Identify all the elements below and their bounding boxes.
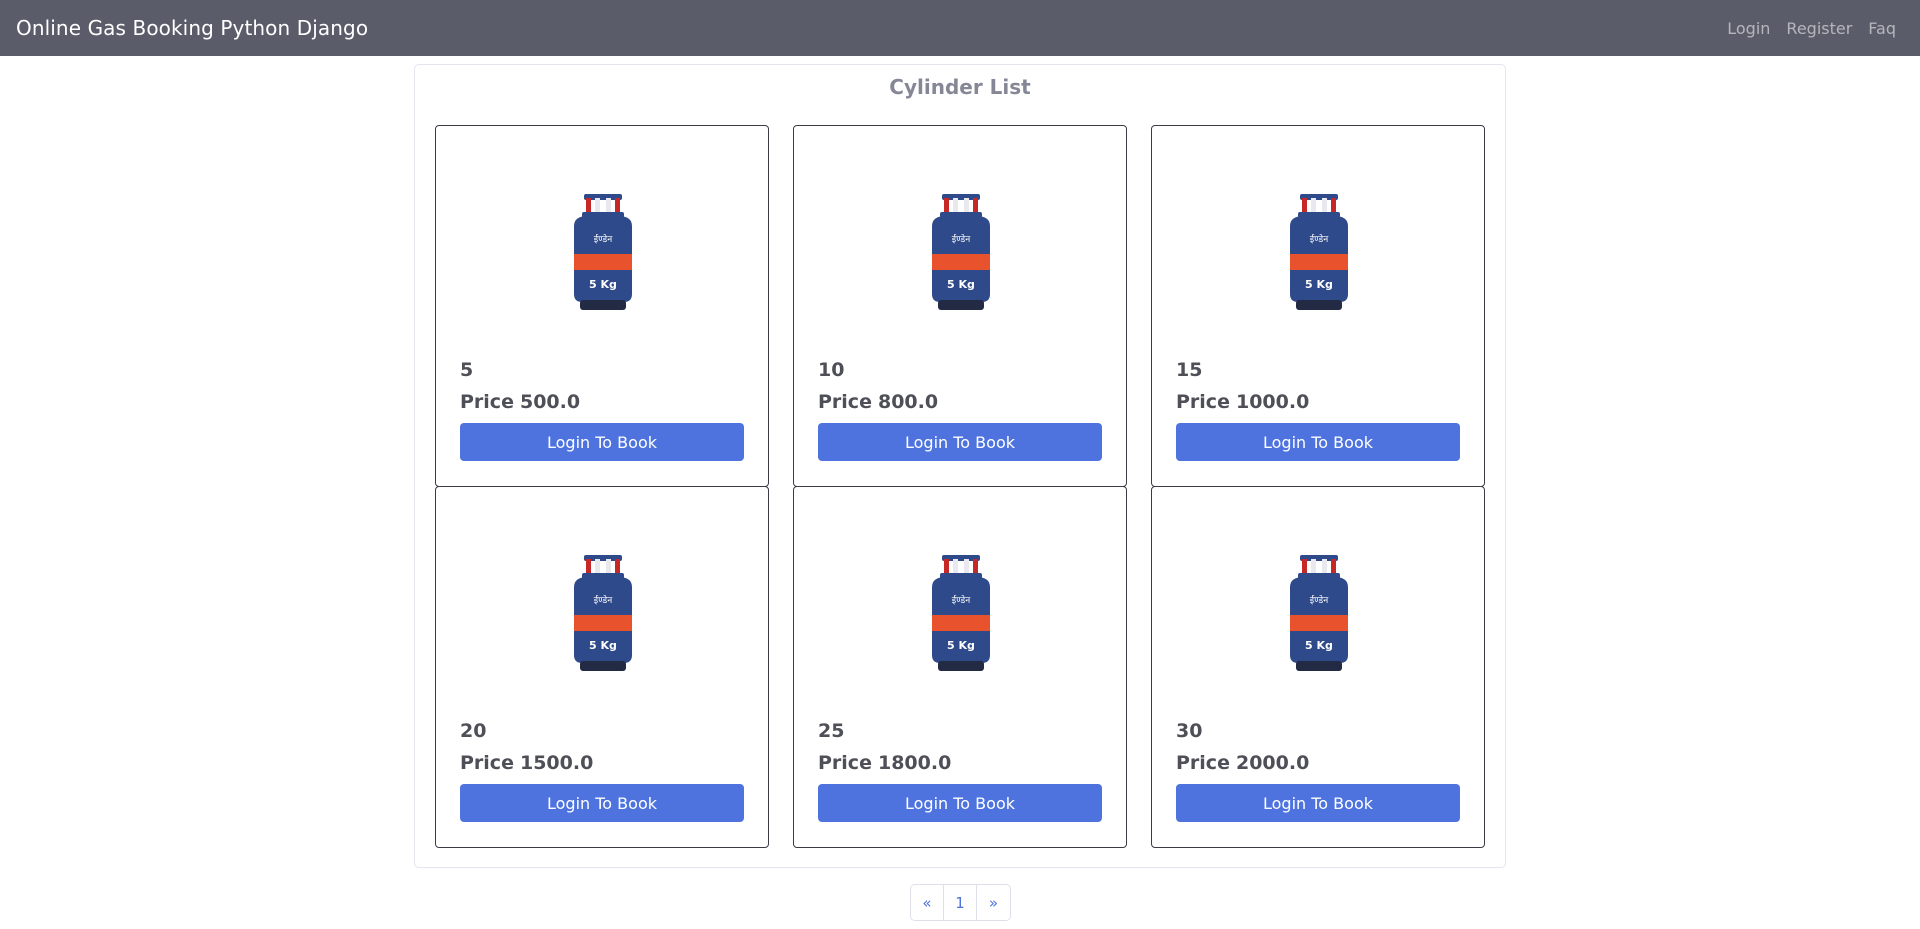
- cylinder-weight-label: 5 Kg: [947, 278, 975, 291]
- gas-cylinder-image: ईण्डेन 5 Kg: [574, 555, 632, 671]
- cylinder-card: ईण्डेन 5 Kg 30 Price 2000.0 Login To Book: [1151, 486, 1485, 848]
- price-value: 2000.0: [1235, 752, 1310, 774]
- cylinder-size: 30: [1176, 720, 1203, 742]
- gas-cylinder-image: ईण्डेन 5 Kg: [1290, 194, 1348, 310]
- price-value: 1000.0: [1235, 391, 1310, 413]
- nav-links: Login Register Faq: [1719, 19, 1904, 38]
- cylinder-weight-label: 5 Kg: [1305, 639, 1333, 652]
- price-label: Price: [460, 391, 514, 413]
- cylinder-card: ईण्डेन 5 Kg 20 Price 1500.0 Login To Book: [435, 486, 769, 848]
- cylinder-price: Price 1500.0: [460, 752, 593, 774]
- price-label: Price: [460, 752, 514, 774]
- price-label: Price: [1176, 752, 1230, 774]
- cylinder-weight-label: 5 Kg: [1305, 278, 1333, 291]
- cylinder-weight-label: 5 Kg: [947, 639, 975, 652]
- cylinder-price: Price 800.0: [818, 391, 938, 413]
- cylinder-price: Price 2000.0: [1176, 752, 1309, 774]
- cylinder-size: 10: [818, 359, 845, 381]
- pagination-page-1[interactable]: 1: [944, 885, 977, 920]
- panel-title: Cylinder List: [889, 75, 1031, 99]
- login-to-book-button[interactable]: Login To Book: [460, 784, 744, 822]
- cylinder-price: Price 1000.0: [1176, 391, 1309, 413]
- price-label: Price: [818, 752, 872, 774]
- nav-login-link[interactable]: Login: [1719, 19, 1778, 38]
- cylinder-weight-label: 5 Kg: [589, 639, 617, 652]
- gas-cylinder-image: ईण्डेन 5 Kg: [574, 194, 632, 310]
- login-to-book-button[interactable]: Login To Book: [818, 784, 1102, 822]
- svg-text:ईण्डेन: ईण्डेन: [952, 594, 972, 606]
- cylinder-card: ईण्डेन 5 Kg 10 Price 800.0 Login To Book: [793, 125, 1127, 487]
- cylinder-card: ईण्डेन 5 Kg 25 Price 1800.0 Login To Book: [793, 486, 1127, 848]
- nav-faq-link[interactable]: Faq: [1860, 19, 1904, 38]
- price-value: 500.0: [519, 391, 581, 413]
- login-to-book-button[interactable]: Login To Book: [1176, 784, 1460, 822]
- nav-register-link[interactable]: Register: [1778, 19, 1860, 38]
- pagination-prev-button[interactable]: «: [911, 885, 944, 920]
- cylinder-size: 5: [460, 359, 474, 381]
- price-value: 800.0: [877, 391, 939, 413]
- price-label: Price: [1176, 391, 1230, 413]
- cylinder-size: 20: [460, 720, 487, 742]
- cylinder-price: Price 500.0: [460, 391, 580, 413]
- cylinder-size: 25: [818, 720, 845, 742]
- pagination-next-button[interactable]: »: [977, 885, 1010, 920]
- price-value: 1500.0: [519, 752, 594, 774]
- svg-text:ईण्डेन: ईण्डेन: [1310, 594, 1330, 606]
- cylinder-weight-label: 5 Kg: [589, 278, 617, 291]
- login-to-book-button[interactable]: Login To Book: [818, 423, 1102, 461]
- top-navbar: Online Gas Booking Python Django Login R…: [0, 0, 1920, 56]
- svg-text:ईण्डेन: ईण्डेन: [1310, 233, 1330, 245]
- cylinder-price: Price 1800.0: [818, 752, 951, 774]
- gas-cylinder-image: ईण्डेन 5 Kg: [932, 555, 990, 671]
- gas-cylinder-image: ईण्डेन 5 Kg: [932, 194, 990, 310]
- gas-cylinder-image: ईण्डेन 5 Kg: [1290, 555, 1348, 671]
- price-value: 1800.0: [877, 752, 952, 774]
- svg-text:ईण्डेन: ईण्डेन: [594, 594, 614, 606]
- price-label: Price: [818, 391, 872, 413]
- login-to-book-button[interactable]: Login To Book: [1176, 423, 1460, 461]
- login-to-book-button[interactable]: Login To Book: [460, 423, 744, 461]
- pagination: « 1 »: [910, 884, 1011, 921]
- svg-text:ईण्डेन: ईण्डेन: [594, 233, 614, 245]
- cylinder-size: 15: [1176, 359, 1203, 381]
- cylinder-card: ईण्डेन 5 Kg 5 Price 500.0 Login To Book: [435, 125, 769, 487]
- cylinder-card: ईण्डेन 5 Kg 15 Price 1000.0 Login To Book: [1151, 125, 1485, 487]
- svg-text:ईण्डेन: ईण्डेन: [952, 233, 972, 245]
- brand-title[interactable]: Online Gas Booking Python Django: [16, 16, 368, 40]
- cylinder-list-panel: Cylinder List ईण्डेन 5 Kg 5 Price 500.0 L…: [414, 64, 1506, 868]
